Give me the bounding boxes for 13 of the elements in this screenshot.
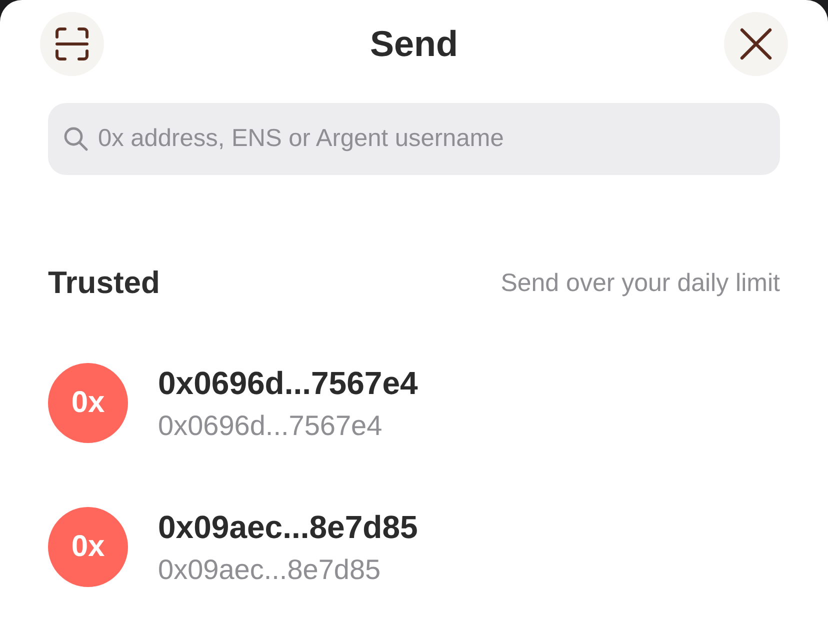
close-icon (740, 28, 772, 60)
contact-name[interactable]: 0x09aec...8e7d85 (158, 508, 418, 544)
contact-name[interactable]: 0x0696d...7567e4 (158, 364, 418, 400)
contact-address: 0x09aec...8e7d85 (158, 554, 381, 586)
search-icon (64, 127, 88, 151)
screen-title: Send (370, 23, 458, 65)
search-field[interactable]: 0x address, ENS or Argent username (48, 103, 780, 175)
contact-address: 0x0696d...7567e4 (158, 410, 382, 442)
scan-icon (55, 27, 89, 61)
avatar-icon: 0x (48, 507, 128, 587)
section-note: Send over your daily limit (500, 268, 780, 298)
avatar-icon: 0x (48, 363, 128, 443)
section-title: Trusted (48, 265, 160, 301)
